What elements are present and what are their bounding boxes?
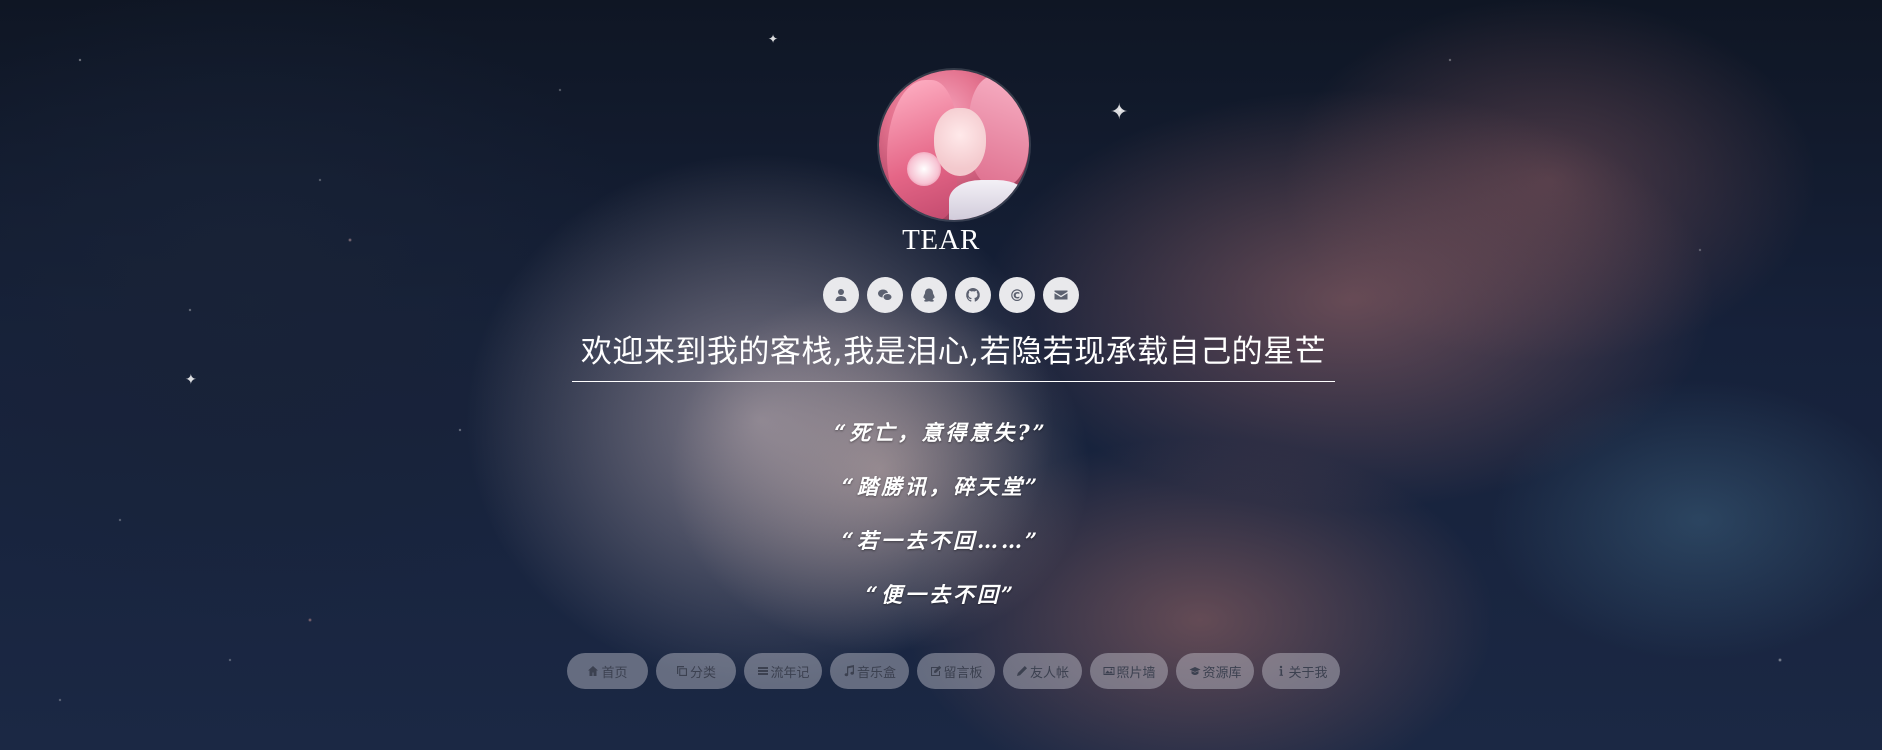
- list-icon: [757, 665, 769, 677]
- nav-resources-button[interactable]: 资源库: [1176, 653, 1254, 689]
- copy-icon: [676, 665, 688, 677]
- user-icon[interactable]: [823, 277, 859, 313]
- nav-category-button[interactable]: 分类: [656, 653, 736, 689]
- nav-timeline-button[interactable]: 流年记: [744, 653, 822, 689]
- nav-label: 留言板: [943, 665, 983, 681]
- nav-about-button[interactable]: 关于我: [1262, 653, 1340, 689]
- pencil-icon: [1016, 665, 1028, 677]
- poem-line: “若一去不回……”: [841, 528, 1041, 553]
- sparkle-icon: ✦: [768, 32, 779, 46]
- music-icon: [843, 665, 855, 677]
- nav-label: 资源库: [1202, 665, 1242, 681]
- qq-icon[interactable]: [911, 277, 947, 313]
- nav-label: 关于我: [1288, 665, 1328, 681]
- welcome-message: 欢迎来到我的客栈,我是泪心,若隐若现承载自己的星芒: [572, 326, 1335, 382]
- nav-label: 友人帐: [1030, 665, 1070, 681]
- envelope-icon[interactable]: [1043, 277, 1079, 313]
- nav-label: 分类: [689, 665, 716, 681]
- nav-friends-button[interactable]: 友人帐: [1003, 653, 1082, 689]
- nav-label: 照片墙: [1116, 665, 1156, 681]
- poem-line: “便一去不回”: [865, 582, 1017, 607]
- poem: “死亡，意得意失?” “踏勝讯，碎天堂” “若一去不回……” “便一去不回”: [0, 413, 1882, 629]
- nav-guestbook-button[interactable]: 留言板: [917, 653, 995, 689]
- graduation-cap-icon: [1189, 665, 1201, 677]
- home-icon: [587, 665, 599, 677]
- github-icon[interactable]: [955, 277, 991, 313]
- nav-label: 流年记: [770, 665, 810, 681]
- avatar[interactable]: [879, 70, 1029, 220]
- main-nav: 首页 分类 流年记 音乐盒 留言板 友人帐 照片墙 资源库 关于我: [567, 653, 1340, 689]
- nav-music-button[interactable]: 音乐盒: [830, 653, 909, 689]
- wechat-icon[interactable]: [867, 277, 903, 313]
- social-links: ©: [823, 277, 1079, 313]
- sparkle-icon: ✦: [185, 372, 197, 388]
- nav-label: 首页: [601, 665, 628, 681]
- info-icon: [1275, 665, 1287, 677]
- image-icon: [1103, 665, 1115, 677]
- poem-line: “踏勝讯，碎天堂”: [841, 474, 1041, 499]
- nav-photos-button[interactable]: 照片墙: [1090, 653, 1168, 689]
- site-name: TEAR: [902, 224, 980, 256]
- copyright-icon[interactable]: ©: [999, 277, 1035, 313]
- nav-home-button[interactable]: 首页: [567, 653, 648, 689]
- edit-icon: [930, 665, 942, 677]
- sparkle-icon: ✦: [1110, 100, 1129, 125]
- poem-line: “死亡，意得意失?”: [834, 420, 1048, 445]
- nav-label: 音乐盒: [857, 665, 897, 681]
